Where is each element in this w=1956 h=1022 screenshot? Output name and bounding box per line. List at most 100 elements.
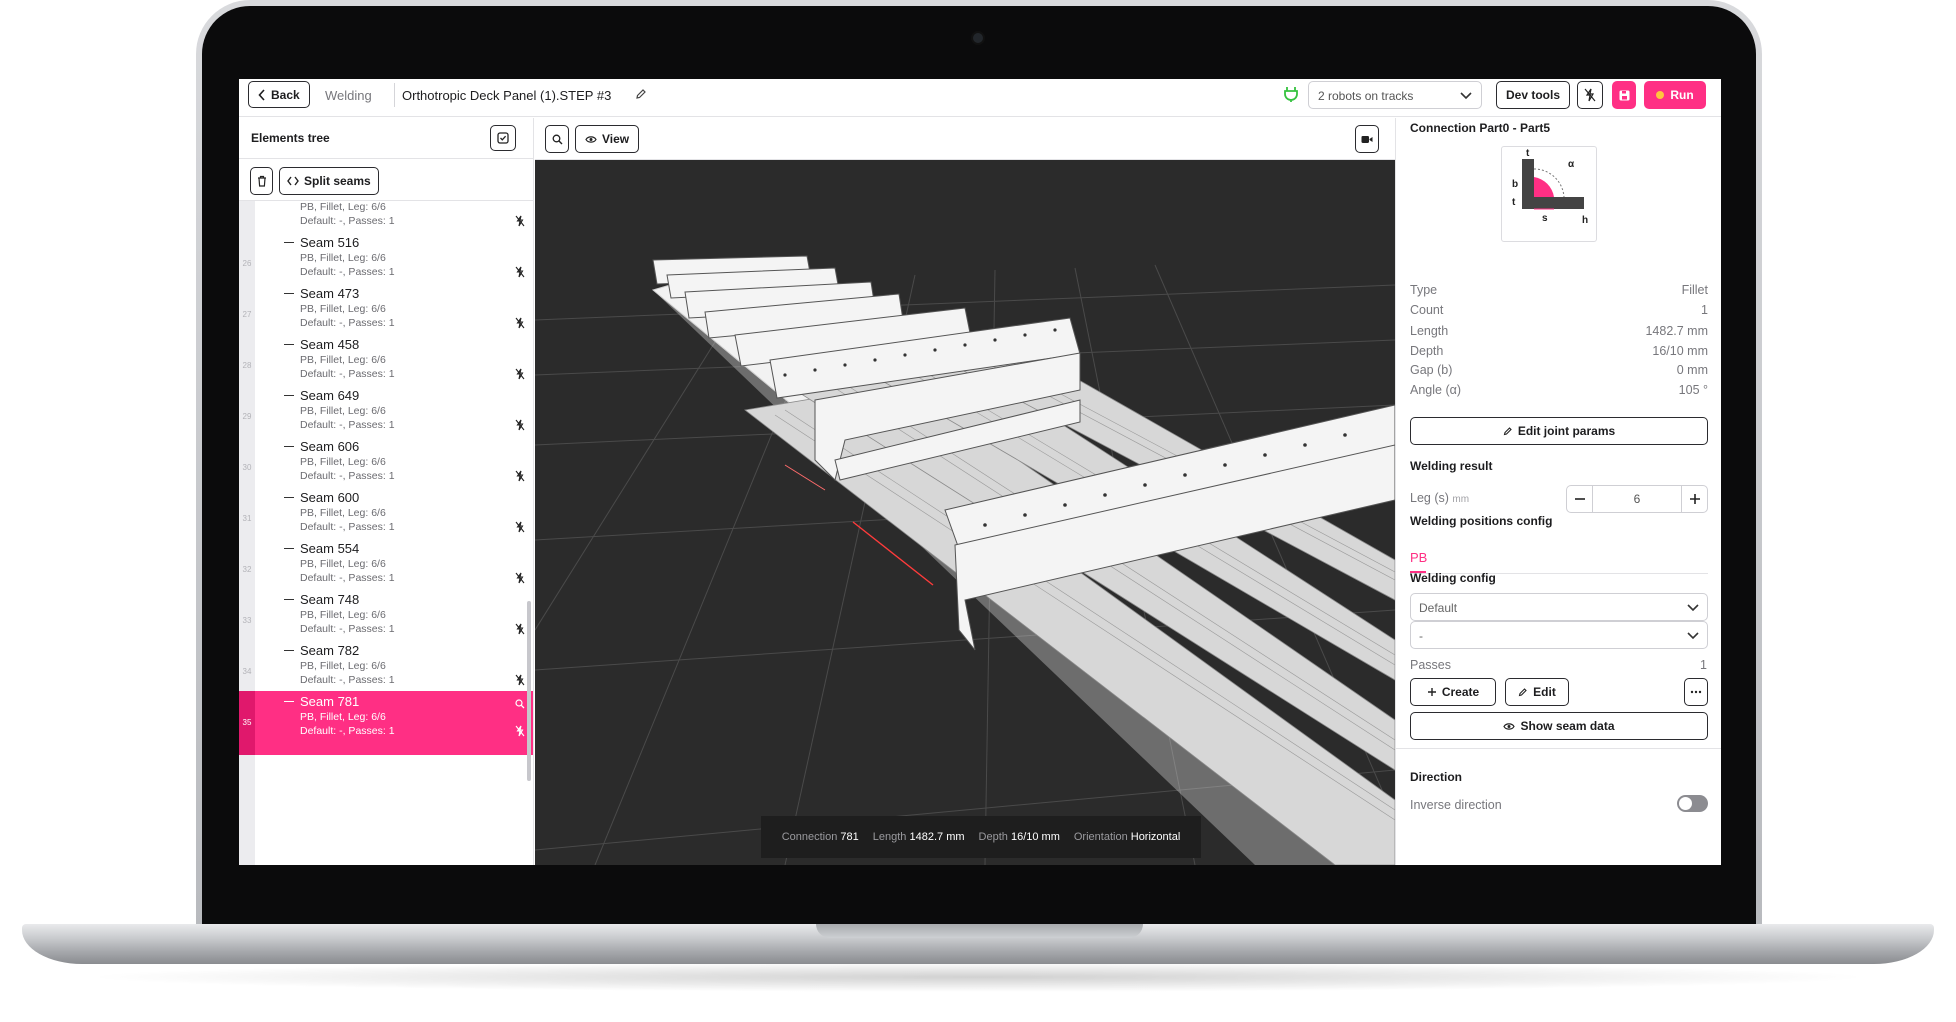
- eye-icon: [1503, 722, 1516, 730]
- breadcrumb-section[interactable]: Welding: [325, 88, 372, 103]
- tree-connector: [284, 548, 294, 550]
- webcam: [973, 33, 983, 43]
- seam-params: PB, Fillet, Leg: 6/6: [300, 660, 386, 672]
- decrement-button[interactable]: [1567, 486, 1593, 512]
- property-key: Count: [1410, 303, 1444, 317]
- seam-config: Default: -, Passes: 1: [300, 266, 395, 278]
- robot-config-value: 2 robots on tracks: [1318, 89, 1414, 103]
- camera-button[interactable]: [1355, 125, 1379, 153]
- more-options-button[interactable]: [1684, 678, 1708, 706]
- seam-params: PB, Fillet, Leg: 6/6: [300, 507, 386, 519]
- property-value: 1482.7 mm: [1645, 324, 1708, 338]
- back-button[interactable]: Back: [248, 81, 310, 108]
- seam-name: Seam 781: [300, 694, 360, 709]
- leg-value-input[interactable]: 6: [1593, 486, 1681, 512]
- property-key: Gap (b): [1410, 363, 1453, 377]
- flash-off-icon[interactable]: [515, 725, 525, 737]
- seam-marker: [784, 464, 826, 491]
- status-orientation: Orientation Horizontal: [1074, 831, 1180, 843]
- inverse-direction-label: Inverse direction: [1410, 798, 1502, 812]
- flash-off-icon[interactable]: [515, 572, 525, 584]
- 3d-viewport[interactable]: Connection 781 Length 1482.7 mm Depth 16…: [535, 160, 1395, 865]
- laptop-shadow: [80, 962, 1876, 992]
- plug-connected-icon: [1284, 87, 1298, 102]
- seam-config: Default: -, Passes: 1: [300, 572, 395, 584]
- flash-off-icon[interactable]: [515, 368, 525, 380]
- save-button[interactable]: [1612, 81, 1636, 109]
- flash-off-icon[interactable]: [515, 521, 525, 533]
- create-config-button[interactable]: Create: [1410, 678, 1496, 706]
- tree-connector: [284, 293, 294, 295]
- chevron-down-icon: [1687, 632, 1699, 640]
- positions-config-title: Welding positions config: [1410, 514, 1553, 528]
- seam-config: Default: -, Passes: 1: [300, 368, 395, 380]
- seam-params: PB, Fillet, Leg: 6/6: [300, 609, 386, 621]
- status-orientation-label: Orientation: [1073, 831, 1128, 843]
- plus-icon: [1427, 688, 1436, 696]
- robot-config-select[interactable]: 2 robots on tracks: [1308, 81, 1482, 109]
- flash-off-icon[interactable]: [515, 317, 525, 329]
- seam-status-bar: Connection 781 Length 1482.7 mm Depth 16…: [761, 816, 1201, 858]
- flash-off-icon[interactable]: [515, 266, 525, 278]
- viewport-toolbar: View: [535, 118, 1395, 160]
- welding-config-select[interactable]: Default: [1410, 593, 1708, 621]
- disable-welding-button[interactable]: [1577, 81, 1603, 109]
- seam-config: Default: -, Passes: 1: [300, 521, 395, 533]
- tree-connector: [284, 242, 294, 244]
- property-value: 1: [1701, 303, 1708, 317]
- section-divider: [1396, 748, 1721, 749]
- diagram-b: b: [1512, 179, 1518, 190]
- status-depth: Depth 16/10 mm: [979, 831, 1060, 843]
- breadcrumb-divider: [394, 83, 395, 107]
- diagram-s: s: [1542, 213, 1548, 224]
- pencil-icon[interactable]: [635, 88, 647, 100]
- flash-off-icon[interactable]: [515, 419, 525, 431]
- seam-params: PB, Fillet, Leg: 6/6: [300, 456, 386, 468]
- chevron-down-icon: [1460, 92, 1472, 100]
- edit-joint-label: Edit joint params: [1517, 424, 1616, 438]
- toggle-knob: [1679, 797, 1692, 810]
- row-number: 35: [242, 718, 252, 727]
- seam-name: Seam 458: [300, 337, 360, 352]
- increment-button[interactable]: [1681, 486, 1707, 512]
- create-label: Create: [1441, 685, 1480, 699]
- list-item[interactable]: 35 Seam 781 PB, Fillet, Leg: 6/6 Default: -…: [239, 691, 533, 755]
- leg-unit: mm: [1452, 494, 1470, 505]
- tree-connector: [284, 446, 294, 448]
- zoom-to-fit-button[interactable]: [545, 125, 569, 153]
- property-value: Fillet: [1681, 283, 1708, 297]
- tree-title: Elements tree: [251, 131, 330, 145]
- inverse-direction-toggle[interactable]: [1677, 795, 1708, 812]
- seam-params: PB, Fillet, Leg: 6/6: [300, 558, 386, 570]
- status-orientation-value: Horizontal: [1130, 831, 1181, 843]
- select-all-button[interactable]: [490, 125, 516, 151]
- search-icon[interactable]: [515, 699, 525, 709]
- flash-off-icon[interactable]: [515, 674, 525, 686]
- run-button[interactable]: Run: [1644, 81, 1706, 109]
- seam-config: Default: -, Passes: 1: [300, 623, 395, 635]
- diagram-t-left: t: [1512, 197, 1516, 208]
- joint-diagram-graphic: t α b t s h: [1512, 148, 1588, 226]
- list-scrollbar[interactable]: [527, 601, 531, 781]
- edit-config-button[interactable]: Edit: [1505, 678, 1569, 706]
- flash-off-icon[interactable]: [515, 623, 525, 635]
- view-button[interactable]: View: [575, 125, 640, 153]
- row-number: 27: [242, 310, 252, 319]
- seam-name: Seam 748: [300, 592, 360, 607]
- checkbox-icon: [497, 132, 509, 144]
- show-seam-data-button[interactable]: Show seam data: [1410, 712, 1708, 740]
- plus-icon: [1689, 494, 1700, 504]
- tab-pb[interactable]: PB: [1410, 550, 1427, 565]
- dev-tools-button[interactable]: Dev tools: [1496, 81, 1571, 109]
- seam-params: PB, Fillet, Leg: 6/6: [300, 354, 386, 366]
- flash-off-icon: [1584, 88, 1596, 102]
- edit-joint-params-button[interactable]: Edit joint params: [1410, 417, 1708, 445]
- row-number: 29: [242, 412, 252, 421]
- seam-name: Seam 600: [300, 490, 360, 505]
- dev-tools-label: Dev tools: [1506, 88, 1561, 102]
- more-horizontal-icon: [1690, 690, 1702, 694]
- direction-title: Direction: [1410, 770, 1463, 784]
- flash-off-icon[interactable]: [515, 215, 525, 227]
- welding-sub-config-select[interactable]: -: [1410, 621, 1708, 649]
- flash-off-icon[interactable]: [515, 470, 525, 482]
